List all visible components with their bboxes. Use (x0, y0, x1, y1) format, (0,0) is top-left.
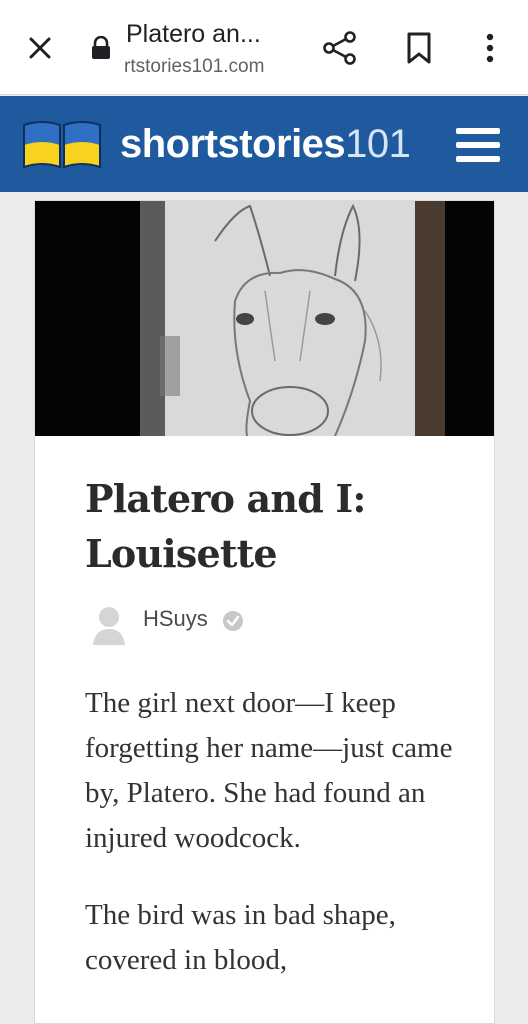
logo-book-icon[interactable] (22, 119, 102, 169)
story-card: Platero and I: Louisette HSuys The girl … (34, 200, 495, 1024)
bookmark-icon[interactable] (402, 30, 436, 66)
logo-text-number: 101 (345, 122, 411, 166)
story-hero-image (35, 201, 494, 436)
story-paragraph: The bird was in bad shape, covered in bl… (85, 899, 396, 976)
story-title-line2: Louisette (85, 531, 278, 576)
site-logo[interactable]: shortstories101 (120, 118, 411, 170)
share-icon[interactable] (320, 28, 360, 68)
story-body: The girl next door—I keep forgetting her… (85, 681, 475, 1015)
story-paragraph: The girl next door—I keep forgetting her… (85, 687, 453, 854)
hamburger-menu-icon[interactable] (456, 128, 500, 164)
page-title[interactable]: Platero an... (126, 20, 261, 49)
author-avatar-icon[interactable] (91, 605, 127, 645)
more-vert-icon[interactable] (470, 28, 510, 68)
lock-icon (90, 35, 112, 60)
story-title-line1: Platero and I: (85, 476, 366, 521)
verified-check-icon (222, 610, 244, 632)
browser-toolbar: Platero an... rtstories101.com (0, 0, 528, 95)
author-name[interactable]: HSuys (143, 606, 208, 632)
close-icon[interactable] (24, 32, 56, 64)
logo-text-main: shortstories (120, 122, 346, 166)
story-title: Platero and I: Louisette (85, 471, 465, 581)
page-url[interactable]: rtstories101.com (124, 56, 264, 78)
